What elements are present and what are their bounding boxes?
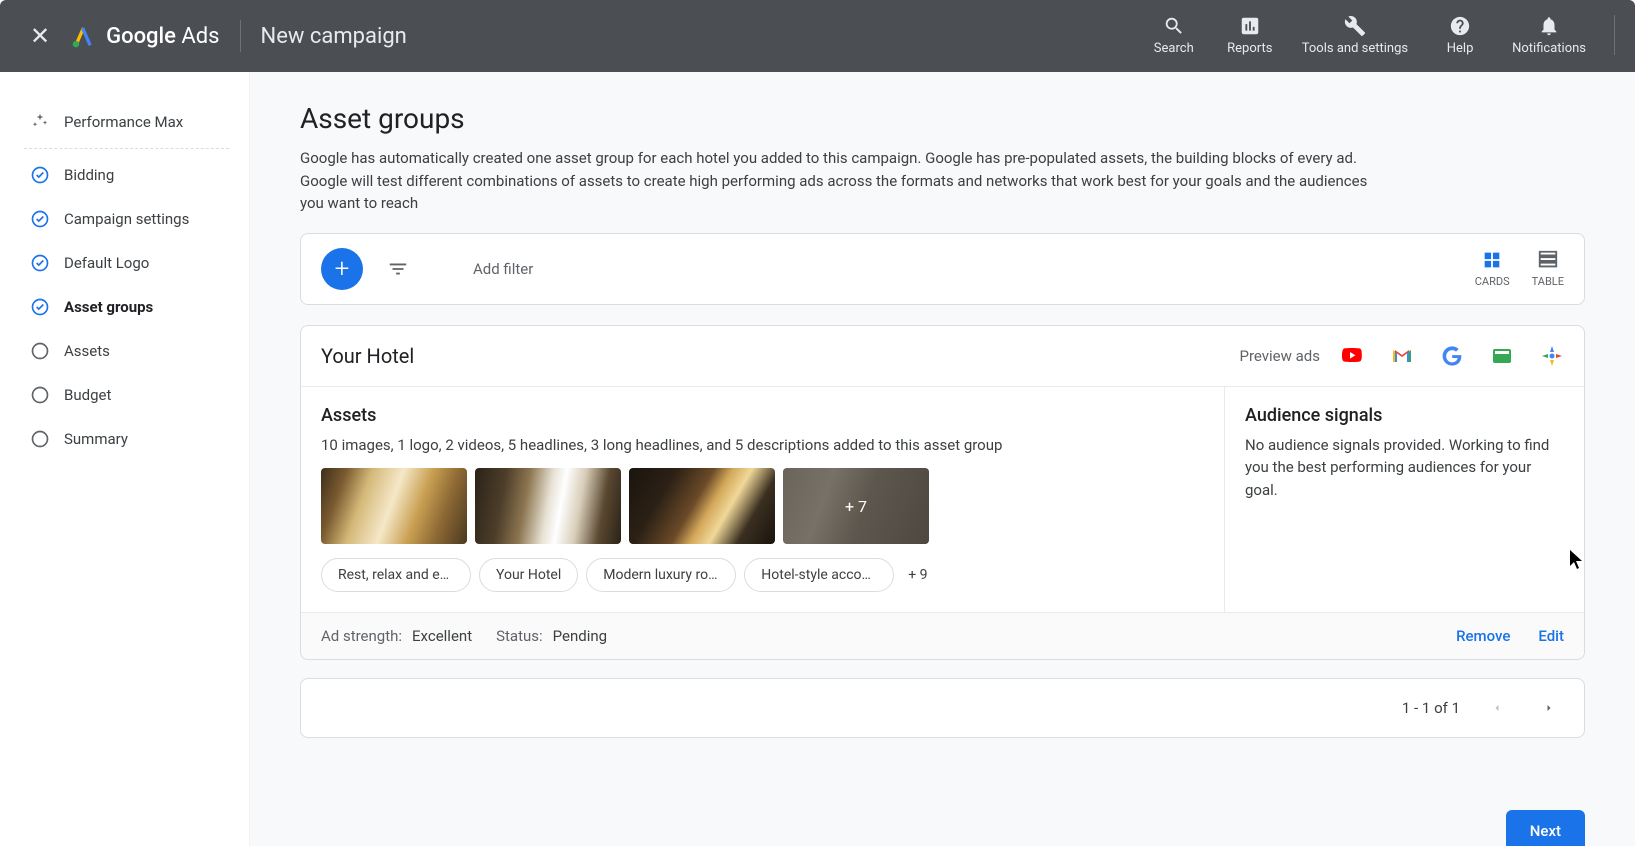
page-description: Google has automatically created one ass… — [300, 147, 1370, 215]
sidebar-item-default-logo[interactable]: Default Logo — [24, 241, 229, 285]
table-view-button[interactable]: TABLE — [1532, 249, 1564, 288]
divider — [1614, 15, 1615, 55]
gmail-icon[interactable] — [1390, 344, 1414, 368]
headline-chip[interactable]: Your Hotel — [479, 558, 578, 592]
cards-view-button[interactable]: CARDS — [1475, 249, 1510, 288]
headline-chip-more[interactable]: + 9 — [902, 567, 933, 583]
circle-icon — [30, 385, 50, 405]
discover-icon[interactable] — [1540, 344, 1564, 368]
asset-thumbnail[interactable] — [629, 468, 775, 544]
circle-icon — [30, 341, 50, 361]
next-page-button[interactable] — [1534, 693, 1564, 723]
cards-icon — [1481, 249, 1503, 271]
logo[interactable]: Google Ads — [70, 23, 219, 49]
table-icon — [1537, 249, 1559, 271]
tools-button[interactable]: Tools and settings — [1302, 15, 1408, 57]
edit-button[interactable]: Edit — [1538, 627, 1564, 645]
help-icon — [1449, 15, 1471, 37]
sparkle-icon — [30, 112, 50, 132]
status-value: Pending — [553, 627, 607, 645]
asset-thumbnail[interactable] — [475, 468, 621, 544]
youtube-icon[interactable] — [1340, 344, 1364, 368]
product-name: Google — [106, 24, 176, 49]
next-button[interactable]: Next — [1506, 810, 1585, 846]
google-icon[interactable] — [1440, 344, 1464, 368]
header-page-title: New campaign — [261, 24, 407, 49]
app-header: ✕ Google Ads New campaign Search Reports… — [0, 0, 1635, 72]
asset-group-card: Your Hotel Preview ads Assets 10 images,… — [300, 325, 1585, 661]
chevron-left-icon — [1491, 702, 1503, 714]
headline-chip[interactable]: Rest, relax and enj... — [321, 558, 471, 592]
add-filter-button[interactable]: Add filter — [473, 260, 533, 278]
sidebar-item-asset-groups[interactable]: Asset groups — [24, 285, 229, 329]
sidebar: Performance Max Bidding Campaign setting… — [0, 72, 250, 846]
divider — [240, 20, 241, 52]
pagination-text: 1 - 1 of 1 — [1402, 699, 1460, 717]
close-icon[interactable]: ✕ — [20, 22, 60, 50]
sidebar-item-campaign-settings[interactable]: Campaign settings — [24, 197, 229, 241]
display-icon[interactable] — [1490, 344, 1514, 368]
filter-icon[interactable] — [387, 258, 409, 280]
asset-thumbnail[interactable] — [321, 468, 467, 544]
group-name: Your Hotel — [321, 344, 414, 368]
sidebar-item-budget[interactable]: Budget — [24, 373, 229, 417]
reports-icon — [1239, 15, 1261, 37]
headline-chip[interactable]: Hotel-style accom... — [744, 558, 894, 592]
search-icon — [1163, 15, 1185, 37]
toolbar: + Add filter CARDS TABLE — [300, 233, 1585, 305]
sidebar-item-bidding[interactable]: Bidding — [24, 153, 229, 197]
check-circle-icon — [30, 165, 50, 185]
asset-thumbnail-more[interactable] — [783, 468, 929, 544]
sidebar-item-summary[interactable]: Summary — [24, 417, 229, 461]
assets-description: 10 images, 1 logo, 2 videos, 5 headlines… — [321, 434, 1204, 457]
google-ads-logo-icon — [70, 23, 96, 49]
tools-icon — [1344, 15, 1366, 37]
check-circle-icon — [30, 209, 50, 229]
sidebar-item-performance-max[interactable]: Performance Max — [24, 100, 229, 149]
search-button[interactable]: Search — [1150, 15, 1198, 57]
help-button[interactable]: Help — [1436, 15, 1484, 57]
signals-description: No audience signals provided. Working to… — [1245, 434, 1564, 502]
bell-icon — [1538, 15, 1560, 37]
product-suffix: Ads — [181, 24, 219, 49]
headline-chip[interactable]: Modern luxury roo... — [586, 558, 736, 592]
check-circle-icon — [30, 253, 50, 273]
status-label: Status: — [496, 627, 543, 645]
add-button[interactable]: + — [321, 248, 363, 290]
sidebar-item-assets[interactable]: Assets — [24, 329, 229, 373]
preview-ads-link[interactable]: Preview ads — [1240, 347, 1321, 365]
prev-page-button[interactable] — [1482, 693, 1512, 723]
remove-button[interactable]: Remove — [1456, 627, 1510, 645]
strength-value: Excellent — [412, 627, 472, 645]
reports-button[interactable]: Reports — [1226, 15, 1274, 57]
assets-title: Assets — [321, 405, 1204, 426]
page-title: Asset groups — [300, 102, 1585, 135]
chevron-right-icon — [1543, 702, 1555, 714]
circle-icon — [30, 429, 50, 449]
notifications-button[interactable]: Notifications — [1512, 15, 1586, 57]
main-content: Asset groups Google has automatically cr… — [250, 72, 1635, 846]
pagination: 1 - 1 of 1 — [300, 678, 1585, 738]
check-circle-icon — [30, 297, 50, 317]
strength-label: Ad strength: — [321, 627, 402, 645]
signals-title: Audience signals — [1245, 405, 1564, 426]
